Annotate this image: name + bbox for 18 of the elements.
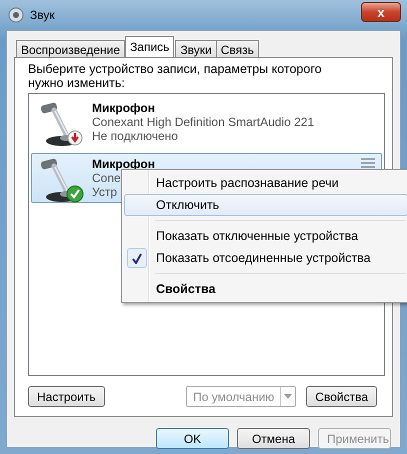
configure-button[interactable]: Настроить	[28, 386, 105, 407]
properties-button[interactable]: Свойства	[306, 386, 377, 407]
tab[interactable]: Связь	[216, 40, 259, 57]
device-driver: Conexant High Definition SmartAudio 221	[92, 115, 314, 129]
device-name[interactable]: Микрофон	[92, 101, 314, 115]
dialog-button[interactable]: OK	[156, 428, 229, 449]
device-name[interactable]: Микрофон	[92, 157, 155, 171]
device-driver: Cone	[92, 171, 122, 185]
tab[interactable]: Воспроизведение	[16, 40, 126, 57]
device-status: Не подключено	[92, 129, 179, 143]
instruction-text: Выберите устройство записи, параметры которого нужно изменить:	[28, 62, 323, 90]
device-status: Устр	[92, 185, 118, 199]
tab[interactable]: Запись	[125, 36, 174, 57]
close-button[interactable]: x	[361, 2, 401, 22]
menu-item[interactable]: Отключить	[124, 194, 407, 216]
window-title: Звук	[30, 8, 56, 22]
dialog-button[interactable]: Отмена	[237, 428, 310, 449]
tab[interactable]: Звуки	[175, 40, 217, 57]
